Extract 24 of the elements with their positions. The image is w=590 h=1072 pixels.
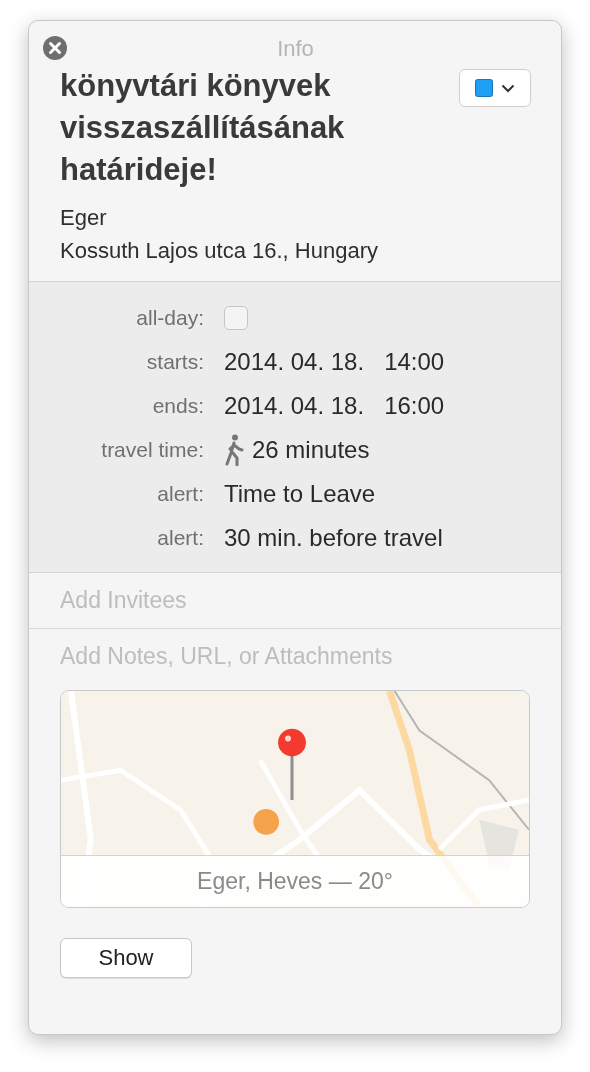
alert-value[interactable]: Time to Leave [224,480,561,508]
all-day-checkbox[interactable] [224,306,248,330]
date-time-value[interactable]: 2014. 04. 18. 16:00 [224,392,561,420]
field-label: travel time: [101,438,204,462]
show-button[interactable]: Show [60,938,192,978]
location-name[interactable]: Eger [60,201,531,234]
location-address[interactable]: Kossuth Lajos utca 16., Hungary [60,234,531,267]
field-label: starts: [146,350,204,374]
walking-person-icon [224,434,244,466]
travel-time-value[interactable]: 26 minutes [252,436,370,464]
event-title[interactable]: könyvtári könyvek visszaszállításának határideje! [60,65,440,191]
alert-value[interactable]: 30 min. before travel [224,524,561,552]
field-label: ends: [152,394,204,418]
date-time-value[interactable]: 2014. 04. 18. 14:00 [224,348,561,376]
notes-field[interactable]: Add Notes, URL, or Attachments [60,643,530,670]
map-caption: Eger, Heves — 20° [61,855,529,907]
invitees-field[interactable]: Add Invitees [60,587,530,614]
window-title: Info [277,35,314,63]
chevron-down-icon [501,83,515,93]
calendar-color-button[interactable] [459,69,531,107]
field-label: all-day: [136,306,204,330]
close-icon[interactable] [43,36,67,60]
field-label: alert: [157,482,204,506]
field-label: alert: [157,526,204,550]
